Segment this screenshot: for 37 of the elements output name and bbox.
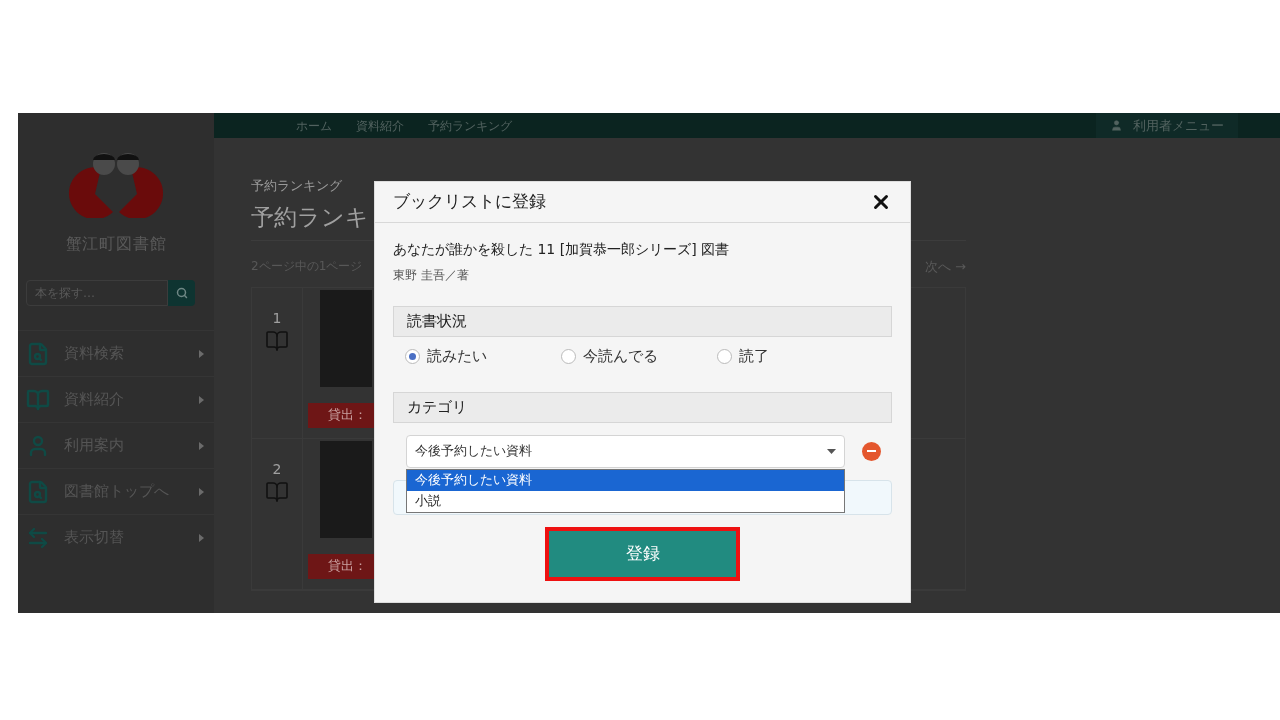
caret-icon [199,395,204,404]
radio-button[interactable] [405,348,420,364]
category-select[interactable]: 今後予約したい資料 [406,434,845,468]
caret-icon [199,349,204,358]
caret-icon [827,448,836,454]
register-button[interactable]: 登録 [545,526,740,581]
radio-option[interactable]: 読みたい [405,345,561,368]
book-title: あなたが誰かを殺した 11 [加賀恭一郎シリーズ] 図書 [393,240,731,259]
loan-status-button[interactable]: 貸出： [308,402,374,428]
caret-icon [199,487,204,496]
nav-link[interactable]: 予約ランキング [416,113,524,138]
rank-number: 1 [272,308,282,328]
swap-arrows-icon [26,525,50,550]
section-header: 読書状況 [393,306,892,337]
loan-status-button[interactable]: 貸出： [308,553,374,579]
search-icon [175,287,188,299]
radio-button[interactable] [717,348,732,364]
caret-icon [199,533,204,542]
search-button[interactable] [168,280,195,306]
open-book-icon [265,479,289,504]
nav-link[interactable]: 資料紹介 [344,113,416,138]
rank-number: 2 [272,459,282,479]
open-book-icon [265,328,289,353]
radio-option[interactable]: 読了 [717,345,873,368]
document-search-icon [26,479,50,504]
radio-option[interactable]: 今読んでる [561,345,717,368]
remove-button[interactable] [862,441,881,461]
author: 東野 圭吾／著 [393,267,470,284]
open-book-icon [26,387,50,412]
dropdown-option[interactable]: 今後予約したい資料 [407,469,844,491]
section-header: カテゴリ [393,391,892,423]
nav-link[interactable]: ホーム [284,113,344,138]
caret-icon [199,441,204,450]
breadcrumb: 予約ランキング [251,177,343,195]
radio-button[interactable] [561,348,576,364]
person-icon [1110,119,1123,132]
document-search-icon [26,341,50,366]
